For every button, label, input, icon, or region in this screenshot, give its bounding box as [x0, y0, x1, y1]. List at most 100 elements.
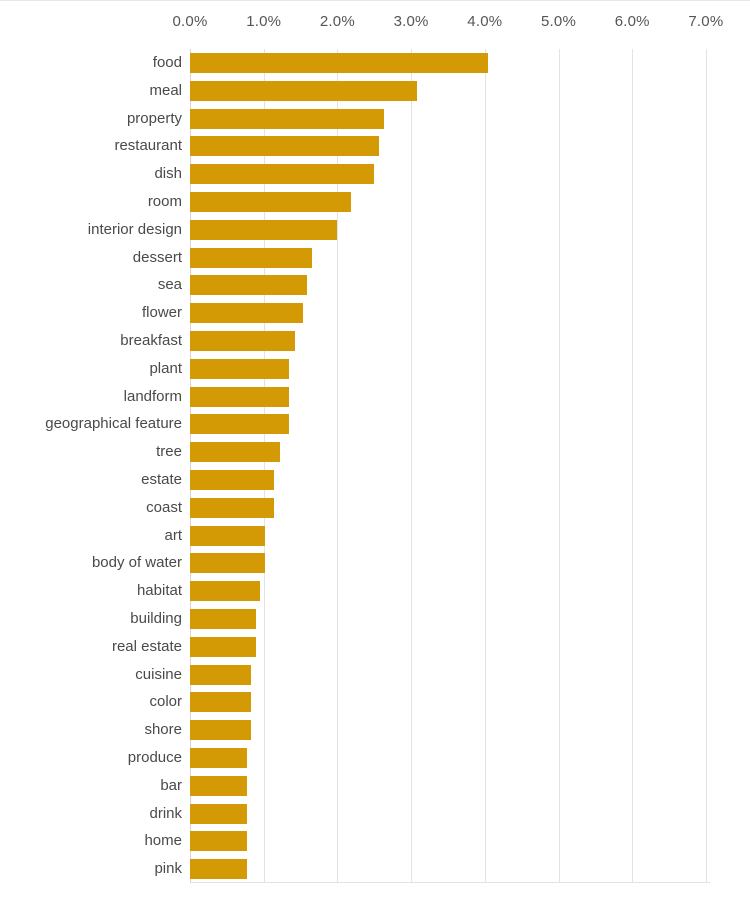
category-label: bar: [160, 776, 182, 794]
category-label: food: [152, 54, 182, 71]
bar-row: breakfast: [0, 327, 750, 355]
category-label: produce: [127, 749, 182, 766]
bar-row: tree: [0, 438, 750, 466]
bar: [190, 136, 380, 157]
category-label: building: [130, 610, 182, 627]
bar: [190, 219, 337, 240]
bar-row: landform: [0, 383, 750, 411]
bar-row: drink: [0, 800, 750, 828]
category-label: room: [147, 193, 182, 210]
category-label: dish: [154, 165, 182, 183]
bar: [190, 497, 275, 518]
x-tick-label: 0.0%: [172, 13, 208, 30]
bar: [190, 331, 295, 351]
bar-row: body of water: [0, 549, 750, 577]
category-label: real estate: [111, 637, 182, 655]
bar: [190, 386, 290, 407]
category-label: coast: [146, 498, 182, 516]
bar-row: coast: [0, 494, 750, 522]
bar: [190, 775, 247, 796]
bar: [190, 609, 257, 629]
category-rows: food meal property restaurant dish room interi…: [0, 49, 750, 883]
bar: [190, 748, 247, 768]
bar: [190, 358, 290, 379]
bar: [190, 720, 252, 741]
category-label: art: [164, 526, 182, 544]
bar: [190, 247, 313, 268]
bar: [190, 692, 252, 713]
bar: [190, 53, 489, 73]
bar: [190, 553, 266, 574]
bar: [190, 581, 260, 602]
category-label: landform: [123, 387, 182, 405]
bar: [190, 636, 257, 657]
category-label: pink: [154, 860, 182, 878]
bar-row: geographical feature: [0, 410, 750, 438]
bar-chart: 0.0% 1.0% 2.0% 3.0% 4.0% 5.0% 6.0% 7.0% food mea…: [0, 0, 750, 907]
bar-row: room: [0, 188, 750, 216]
x-tick-label: 2.0%: [319, 13, 355, 30]
category-label: geographical feature: [45, 415, 182, 433]
x-tick-label: 7.0%: [688, 13, 724, 30]
category-label: meal: [149, 81, 182, 99]
category-label: color: [149, 693, 182, 711]
bar-row: flower: [0, 299, 750, 327]
category-label: cuisine: [135, 665, 182, 683]
x-tick-label: 1.0%: [246, 13, 282, 30]
bar-row: produce: [0, 744, 750, 772]
bar: [190, 803, 247, 824]
category-label: home: [144, 832, 182, 850]
bar-row: home: [0, 827, 750, 855]
bar: [190, 164, 375, 185]
bar: [190, 470, 275, 490]
bar-row: building: [0, 605, 750, 633]
bar-row: restaurant: [0, 132, 750, 160]
category-label: property: [126, 109, 182, 127]
category-label: shore: [144, 721, 182, 739]
bar-row: art: [0, 522, 750, 550]
bar-row: interior design: [0, 216, 750, 244]
category-label: drink: [149, 804, 182, 822]
bar: [190, 192, 351, 212]
bar-row: sea: [0, 271, 750, 299]
bar-row: plant: [0, 355, 750, 383]
x-tick-label: 5.0%: [541, 13, 576, 30]
bar-row: real estate: [0, 633, 750, 661]
category-label: plant: [149, 359, 182, 377]
category-label: flower: [141, 304, 182, 322]
category-label: habitat: [136, 582, 182, 600]
category-label: dessert: [132, 248, 182, 266]
bar: [190, 525, 266, 546]
category-label: tree: [156, 443, 182, 461]
bar: [190, 442, 280, 463]
x-tick-label: 4.0%: [467, 13, 503, 30]
bar-row: color: [0, 688, 750, 716]
bar-row: meal: [0, 77, 750, 105]
bar: [190, 275, 308, 296]
bar: [190, 108, 384, 129]
x-tick-label: 6.0%: [614, 13, 650, 30]
bar-row: habitat: [0, 577, 750, 605]
bar: [190, 303, 303, 324]
category-label: sea: [157, 276, 182, 294]
category-label: estate: [141, 471, 182, 488]
bar: [190, 831, 247, 852]
bar-row: property: [0, 105, 750, 133]
bar: [190, 859, 247, 880]
category-label: restaurant: [114, 137, 182, 155]
bar-row: estate: [0, 466, 750, 494]
bar-row: bar: [0, 772, 750, 800]
bar-row: food: [0, 49, 750, 77]
bar: [190, 664, 252, 685]
bar-row: cuisine: [0, 661, 750, 689]
category-label: breakfast: [120, 332, 182, 349]
bar-row: shore: [0, 716, 750, 744]
bar-row: dessert: [0, 244, 750, 272]
x-tick-label: 3.0%: [393, 13, 429, 30]
category-label: interior design: [87, 220, 182, 238]
category-label: body of water: [91, 554, 182, 572]
bar: [190, 414, 290, 435]
bar-row: pink: [0, 855, 750, 883]
x-axis-tick-labels: 0.0% 1.0% 2.0% 3.0% 4.0% 5.0% 6.0% 7.0%: [0, 1, 750, 45]
bar: [190, 80, 417, 101]
